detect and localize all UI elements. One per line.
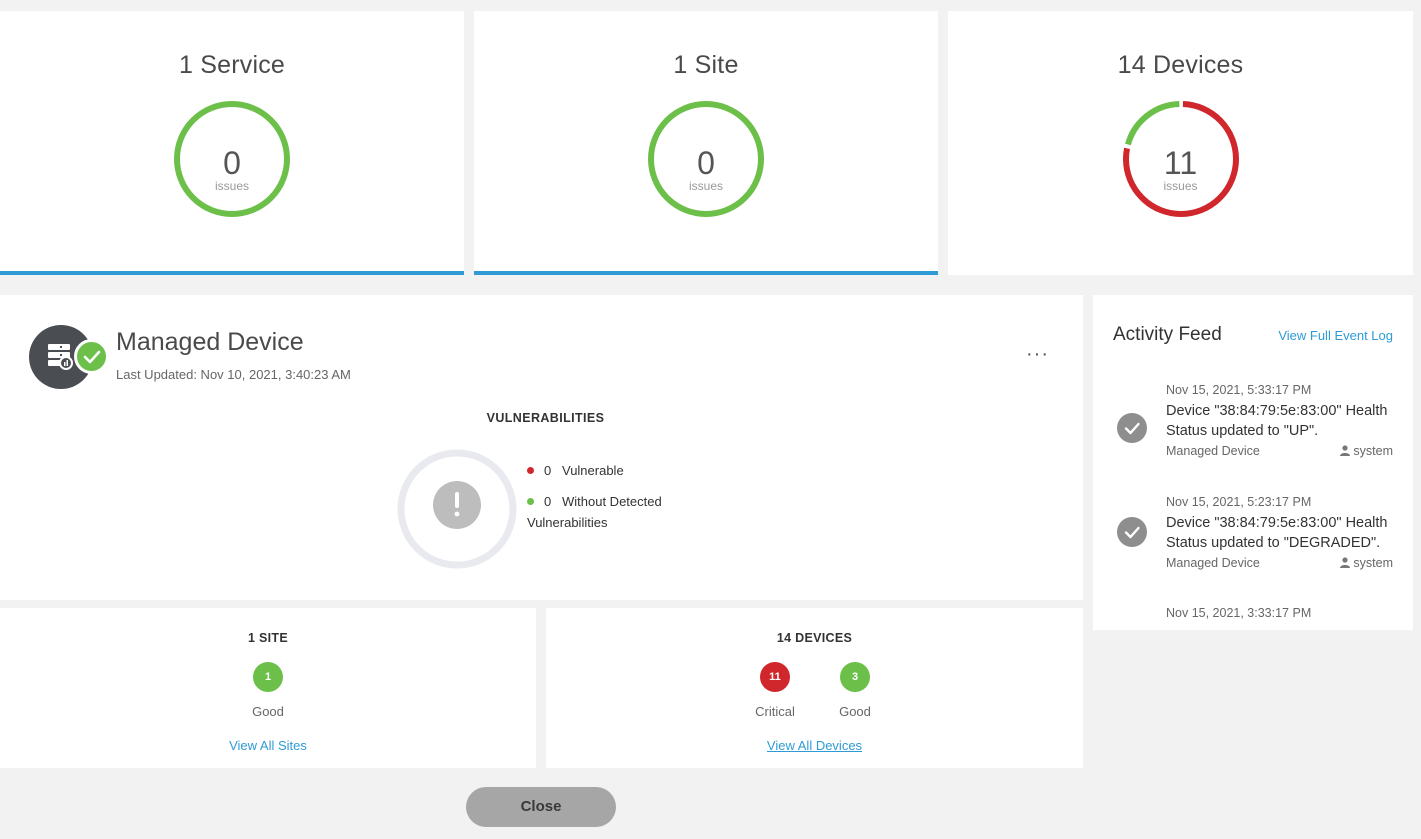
vulnerabilities-title: VULNERABILITIES (486, 411, 605, 425)
service-issue-count: 0 (223, 145, 241, 181)
event-user: system (1340, 444, 1393, 458)
red-dot-icon (527, 467, 534, 475)
event-source: Managed Device (1166, 444, 1260, 458)
user-icon (1340, 557, 1351, 568)
activity-feed-panel: Activity Feed View Full Event Log Nov 15… (1093, 295, 1413, 630)
last-updated: Last Updated: Nov 10, 2021, 3:40:23 AM (116, 367, 351, 382)
not-vulnerable-count: 0 (544, 494, 552, 509)
site-issue-label: issues (688, 179, 723, 193)
event-message: Device "38:84:79:5e:83:00" Health Status… (1166, 403, 1388, 439)
devices-stat-card: 14 DEVICES 11 Critical 3 Good View All D… (546, 608, 1083, 768)
check-icon (1117, 413, 1147, 443)
selected-indicator (474, 271, 938, 275)
device-detail-panel: Managed Device Last Updated: Nov 10, 202… (0, 295, 1083, 600)
devices-good-label: Good (839, 704, 871, 719)
vulnerable-count: 0 (544, 463, 552, 478)
view-all-devices-link[interactable]: View All Devices (546, 738, 1083, 753)
event-time: Nov 15, 2021, 5:33:17 PM (1166, 383, 1312, 397)
devices-label: 14 DEVICES (776, 631, 853, 645)
legend-not-vulnerable-cont: Vulnerabilities (527, 515, 608, 530)
event-time: Nov 15, 2021, 5:23:17 PM (1166, 495, 1312, 509)
service-issue-label: issues (214, 179, 249, 193)
green-dot-icon (527, 498, 534, 506)
activity-feed-title: Activity Feed (1113, 324, 1222, 345)
service-count-title: 1 Service (178, 51, 285, 79)
more-options-button[interactable]: ··· (1026, 343, 1050, 365)
devices-count-title: 14 Devices (1117, 51, 1244, 79)
devices-good-badge: 3 (840, 662, 870, 692)
vulnerable-label: Vulnerable (562, 463, 624, 478)
event-message: Device "38:84:79:5e:83:00" Health Status… (1166, 515, 1388, 551)
site-count-title: 1 Site (673, 51, 739, 79)
devices-critical-label: Critical (755, 704, 795, 719)
check-circle-icon (74, 339, 109, 374)
service-summary-card[interactable]: 1 Service 0 issues (0, 11, 464, 275)
event-user: system (1340, 556, 1393, 570)
event-source: Managed Device (1166, 556, 1260, 570)
legend-not-vulnerable: 0 Without Detected (527, 494, 662, 509)
devices-issue-count: 11 (1163, 145, 1198, 181)
site-issue-count: 0 (697, 145, 715, 181)
device-name: Managed Device (116, 328, 304, 356)
vulnerabilities-ring (397, 449, 517, 569)
sites-good-label: Good (252, 704, 284, 719)
server-health-icon (29, 325, 109, 389)
check-icon (1117, 517, 1147, 547)
selected-indicator (0, 271, 464, 275)
view-full-event-log-link[interactable]: View Full Event Log (1278, 328, 1393, 343)
event-user-name: system (1353, 556, 1393, 570)
view-all-sites-link[interactable]: View All Sites (0, 738, 536, 753)
devices-issue-label: issues (1163, 179, 1198, 193)
event-user-name: system (1353, 444, 1393, 458)
site-summary-card[interactable]: 1 Site 0 issues (474, 11, 938, 275)
devices-summary-card[interactable]: 14 Devices 11 issues (948, 11, 1413, 275)
sites-good-badge: 1 (253, 662, 283, 692)
sites-stat-card: 1 SITE 1 Good View All Sites (0, 608, 536, 768)
close-button[interactable]: Close (466, 787, 616, 827)
user-icon (1340, 445, 1351, 456)
not-vulnerable-label: Without Detected (562, 494, 662, 509)
legend-vulnerable: 0 Vulnerable (527, 463, 624, 478)
devices-critical-badge: 11 (760, 662, 790, 692)
event-time: Nov 15, 2021, 3:33:17 PM (1166, 606, 1312, 620)
sites-label: 1 SITE (247, 631, 288, 645)
